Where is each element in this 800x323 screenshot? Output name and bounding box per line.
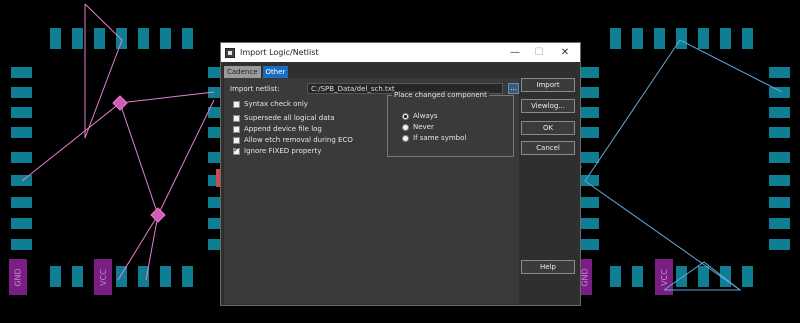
always-label: Always	[413, 112, 438, 120]
tab-other[interactable]: Other	[262, 66, 289, 78]
minimize-button[interactable]: —	[504, 43, 526, 62]
help-button[interactable]: Help	[521, 260, 575, 274]
dialog-titlebar[interactable]: Import Logic/Netlist — ☐ ✕	[221, 43, 580, 62]
if-same-symbol-label: If same symbol	[413, 134, 467, 142]
ignore-fixed-checkbox[interactable]	[233, 145, 240, 155]
tab-strip: Cadence Other	[224, 66, 289, 78]
browse-button[interactable]: ...	[508, 83, 519, 94]
if-same-symbol-radio[interactable]	[402, 135, 409, 142]
never-radio[interactable]	[402, 124, 409, 131]
app-icon	[225, 47, 235, 58]
supersede-checkbox[interactable]	[233, 115, 240, 122]
dialog-title: Import Logic/Netlist	[240, 48, 319, 57]
place-changed-group: Place changed component Always Never If …	[387, 91, 514, 157]
place-changed-title: Place changed component	[392, 91, 489, 99]
never-label: Never	[413, 123, 434, 131]
ignore-fixed-label: Ignore FIXED property	[244, 147, 322, 155]
syntax-check-checkbox[interactable]	[233, 101, 240, 108]
ok-button[interactable]: OK	[521, 121, 575, 135]
append-log-label: Append device file log	[244, 125, 322, 133]
maximize-button[interactable]: ☐	[528, 43, 550, 62]
tab-cadence[interactable]: Cadence	[224, 66, 261, 78]
import-netlist-label: Import netlist:	[230, 85, 280, 93]
options-panel: Import netlist: C:/SPB_Data/del_sch.txt …	[224, 78, 519, 304]
syntax-check-label: Syntax check only	[244, 100, 308, 108]
import-button[interactable]: Import	[521, 78, 575, 92]
import-logic-dialog: Import Logic/Netlist — ☐ ✕ Cadence Other…	[220, 42, 581, 306]
viewlog-button[interactable]: Viewlog...	[521, 99, 575, 113]
allow-etch-removal-label: Allow etch removal during ECO	[244, 136, 353, 144]
supersede-label: Supersede all logical data	[244, 114, 335, 122]
append-log-checkbox[interactable]	[233, 126, 240, 133]
allow-etch-removal-checkbox[interactable]	[233, 137, 240, 144]
cancel-button[interactable]: Cancel	[521, 141, 575, 155]
always-radio[interactable]	[402, 113, 409, 120]
close-button[interactable]: ✕	[554, 43, 576, 62]
